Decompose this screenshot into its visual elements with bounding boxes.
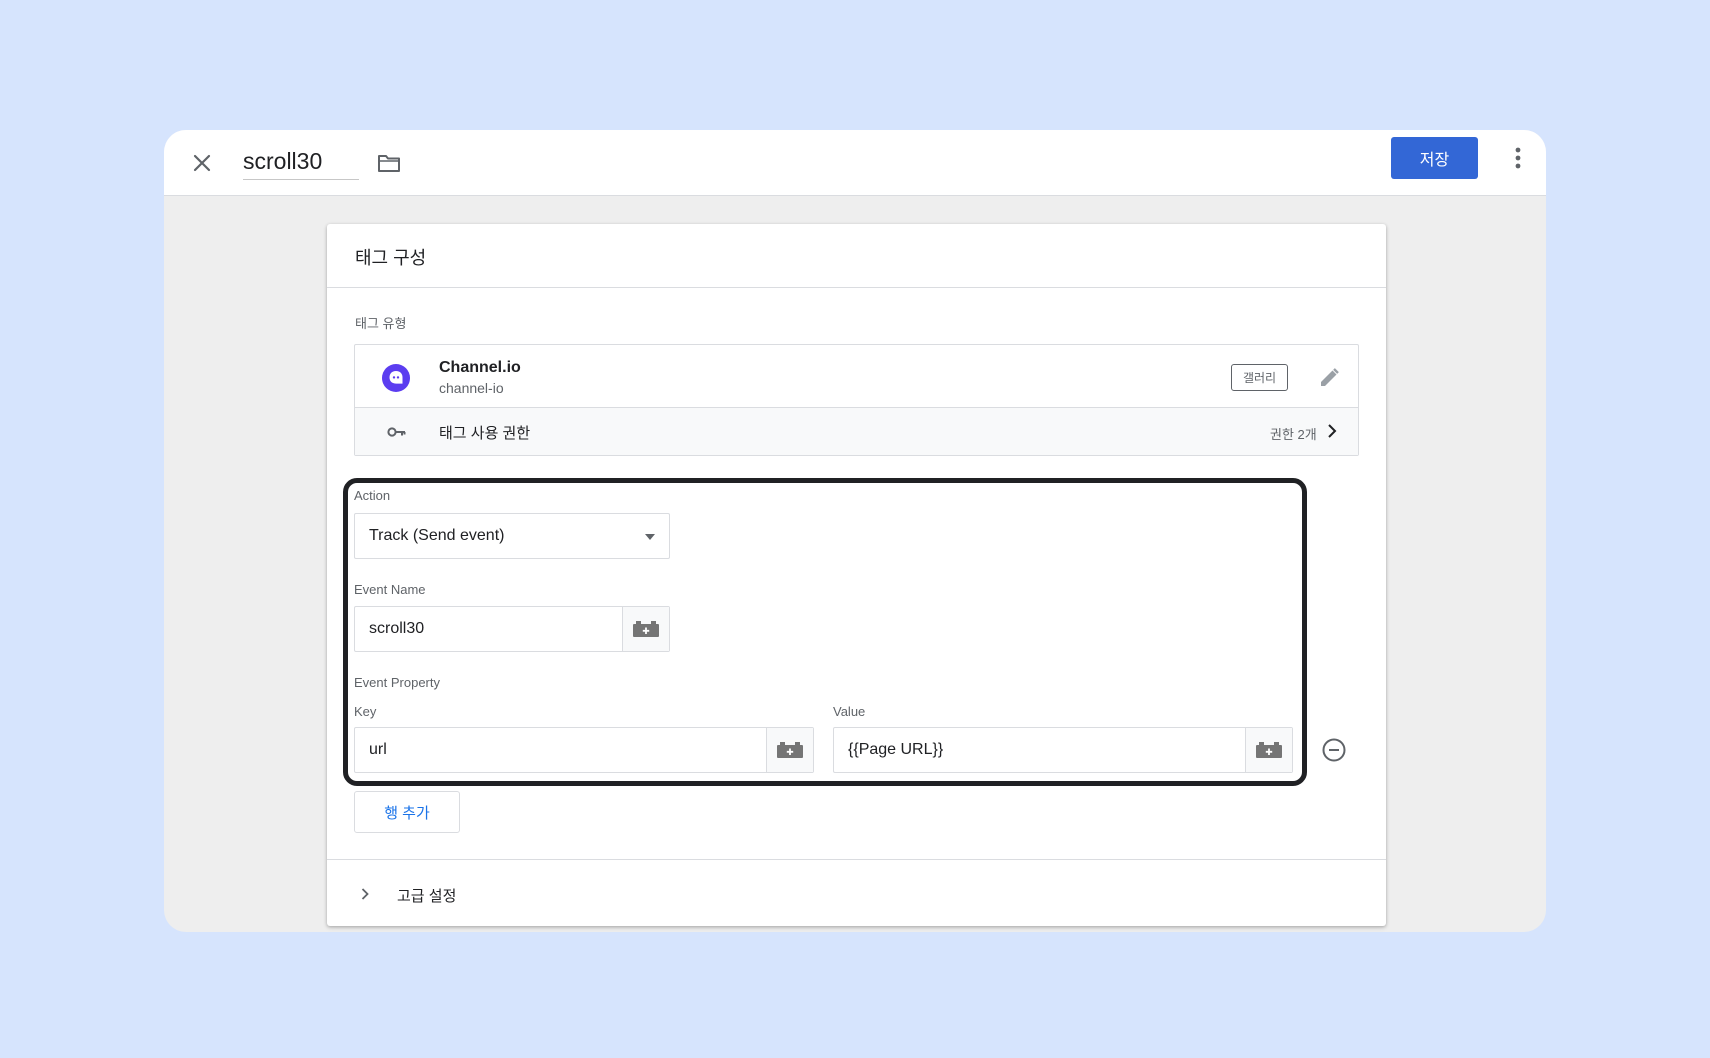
add-row-button[interactable]: 행 추가 [354,791,460,833]
event-name-field [354,606,670,652]
more-vert-icon [1515,147,1521,169]
tag-type-id: channel-io [439,380,504,396]
advanced-settings-toggle[interactable]: 고급 설정 [355,874,515,914]
value-field [833,727,1293,773]
key-input[interactable] [355,728,767,772]
remove-circle-icon [1322,738,1346,762]
event-name-label: Event Name [354,582,426,597]
value-variable-button[interactable] [1245,728,1292,772]
folder-button[interactable] [371,145,407,181]
chevron-right-icon [355,884,375,904]
remove-row-button[interactable] [1320,736,1348,764]
dropdown-arrow-icon [645,534,655,540]
divider [327,859,1386,860]
close-icon [193,154,211,172]
advanced-settings-label: 고급 설정 [397,888,457,905]
tag-name-text: scroll30 [243,148,323,174]
action-selected-value: Track (Send event) [369,527,505,544]
save-button[interactable]: 저장 [1391,137,1478,179]
more-options-button[interactable] [1500,140,1536,176]
event-name-variable-button[interactable] [622,607,669,651]
permissions-label: 태그 사용 권한 [439,425,531,442]
folder-icon [378,155,400,172]
card-title: 태그 구성 [355,248,427,268]
top-bar: scroll30 저장 [164,130,1546,196]
key-field [354,727,814,773]
variable-block-icon [633,621,659,637]
permissions-count: 권한 2개 [1270,427,1317,442]
edit-tag-type-button[interactable] [1313,362,1345,394]
tag-configuration-card: 태그 구성 태그 유형 Channel.io channel-io 갤러리 태그… [327,224,1386,926]
variable-block-icon [777,742,803,758]
tag-name-field[interactable]: scroll30 [243,144,359,180]
tag-type-label: 태그 유형 [355,316,407,331]
card-header: 태그 구성 [327,224,1386,288]
event-property-label: Event Property [354,675,440,690]
action-label: Action [354,488,391,503]
gallery-badge: 갤러리 [1231,364,1288,391]
action-select[interactable]: Track (Send event) [354,513,670,559]
event-name-input[interactable] [355,607,623,651]
tag-type-row[interactable]: Channel.io channel-io 갤러리 [355,345,1358,408]
tag-type-box: Channel.io channel-io 갤러리 태그 사용 권한 권한 2개 [354,344,1359,456]
channel-io-logo-icon [382,364,410,392]
value-label: Value [833,704,866,719]
key-icon [385,422,409,442]
key-label: Key [354,704,377,719]
close-button[interactable] [184,145,220,181]
tag-type-name: Channel.io [439,359,521,376]
pencil-icon [1321,368,1339,386]
tag-permissions-row[interactable]: 태그 사용 권한 권한 2개 [355,408,1358,455]
value-input[interactable] [834,728,1246,772]
variable-block-icon [1256,742,1282,758]
key-variable-button[interactable] [766,728,813,772]
chevron-right-icon [1321,420,1343,442]
